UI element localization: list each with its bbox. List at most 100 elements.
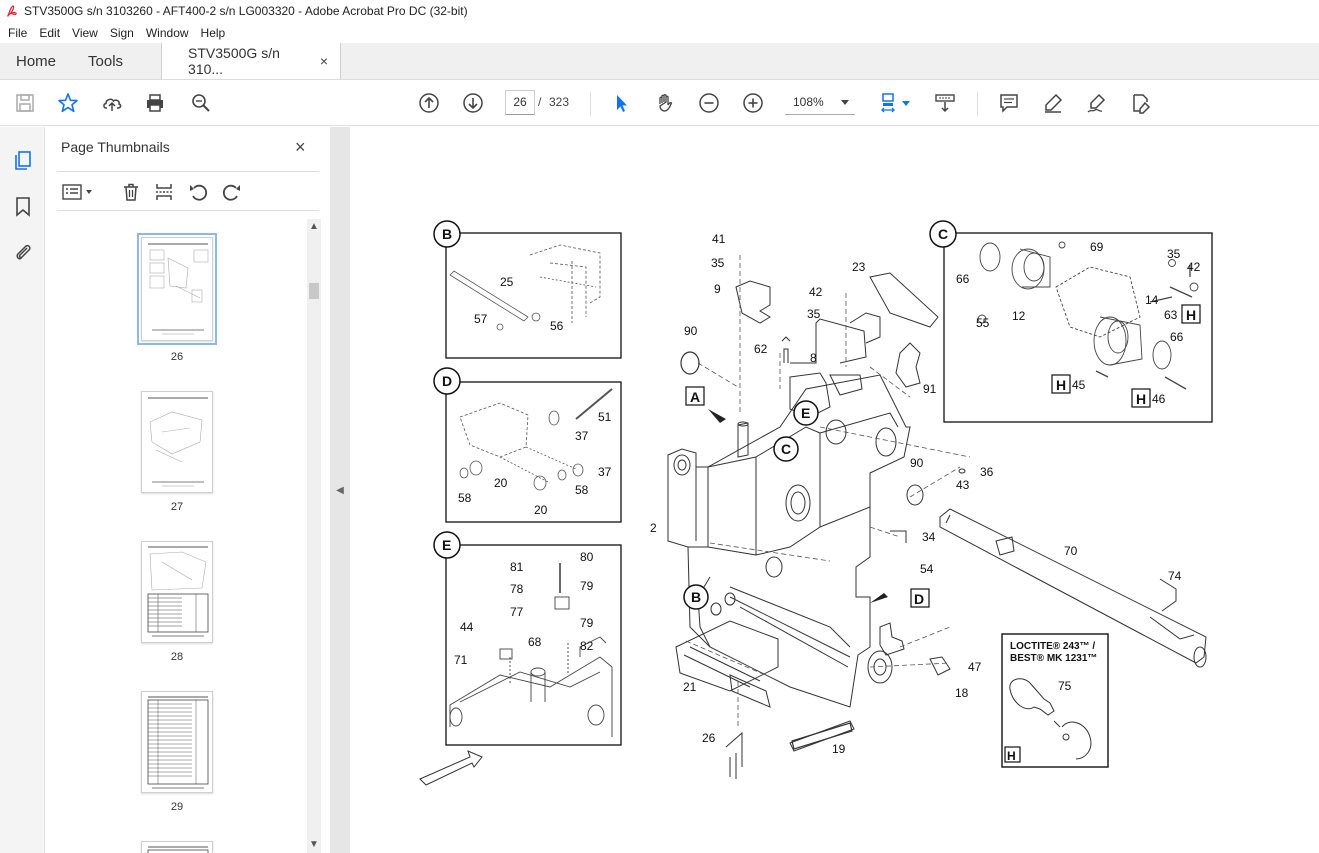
thumbnail-page-28[interactable] (141, 541, 213, 643)
tab-tools[interactable]: Tools (72, 43, 139, 79)
insert-page-button[interactable] (152, 180, 176, 204)
paperclip-icon (16, 244, 31, 260)
thumbnail-page-30[interactable] (141, 841, 213, 853)
rotate-clockwise-button[interactable] (220, 180, 244, 204)
part-label: 69 (1090, 240, 1104, 254)
thumbnail-page-29[interactable] (141, 691, 213, 793)
menu-sign[interactable]: Sign (104, 26, 140, 40)
part-label: 42 (1187, 260, 1201, 274)
thumbnail-scrollbar[interactable]: ▲ ▼ (307, 219, 321, 853)
section-c-marker: C (781, 441, 791, 457)
thumbnail-preview (148, 397, 208, 487)
panel-close-button[interactable]: × (295, 137, 306, 158)
navigation-rail (0, 127, 45, 853)
comment-icon (1000, 94, 1018, 113)
part-label: 42 (809, 285, 823, 299)
find-button[interactable] (188, 90, 214, 116)
tab-document[interactable]: STV3500G s/n 310... × (161, 43, 342, 79)
trash-icon (124, 183, 138, 201)
part-label: 79 (580, 579, 594, 593)
zoom-out-button[interactable] (696, 90, 722, 116)
part-label: 18 (955, 686, 969, 700)
highlight-button[interactable] (1040, 90, 1066, 116)
part-label: 23 (852, 260, 866, 274)
thumbnail-page-27[interactable] (141, 391, 213, 493)
part-label: 47 (968, 660, 982, 674)
rotate-counterclockwise-button[interactable] (186, 180, 210, 204)
part-label: 35 (807, 307, 821, 321)
scroll-mode-icon (935, 94, 955, 113)
select-tool-button[interactable] (608, 90, 634, 116)
zoom-in-button[interactable] (740, 90, 766, 116)
bookmarks-button[interactable] (10, 193, 36, 219)
previous-page-button[interactable] (416, 90, 442, 116)
tab-document-label: STV3500G s/n 310... (188, 45, 280, 77)
fill-sign-button[interactable] (1084, 90, 1110, 116)
thumbnail-label: 28 (170, 651, 184, 663)
menu-edit[interactable]: Edit (33, 26, 66, 40)
hand-tool-button[interactable] (652, 90, 678, 116)
plus-circle-icon (743, 93, 763, 113)
thumbnail-options-button[interactable] (61, 180, 95, 204)
section-d-marker: D (914, 591, 924, 607)
menu-file[interactable]: File (2, 26, 33, 40)
signature-pen-icon (1087, 93, 1106, 113)
zoom-level-select[interactable]: 108% (785, 90, 855, 115)
scrolling-mode-button[interactable] (932, 90, 958, 116)
bookmark-star-button[interactable] (55, 90, 81, 116)
thumbnail-page-26[interactable] (137, 233, 217, 345)
print-button[interactable] (142, 90, 168, 116)
menu-help[interactable]: Help (195, 26, 232, 40)
part-label: 37 (598, 465, 612, 479)
upload-button[interactable] (99, 90, 125, 116)
panel-splitter[interactable]: ◀ (330, 127, 350, 853)
part-label: 35 (1167, 247, 1181, 261)
cursor-arrow-icon (617, 95, 627, 112)
section-a-marker: A (690, 389, 700, 405)
insert-page-icon (156, 184, 172, 200)
page-thumbnails-button[interactable] (10, 147, 36, 173)
save-icon (16, 94, 34, 112)
page-number-input[interactable]: 26 (505, 90, 535, 115)
part-label: 35 (711, 256, 725, 270)
edit-document-icon (1133, 94, 1151, 114)
scrollbar-thumb[interactable] (309, 283, 319, 299)
part-label: 14 (1145, 293, 1159, 307)
page-thumbnails-panel: Page Thumbnails × 26 27 28 29 ▲ ▼ (45, 127, 330, 853)
thumbnail-label: 27 (170, 501, 184, 513)
tab-close-button[interactable]: × (320, 53, 328, 69)
window-title: STV3500G s/n 3103260 - AFT400-2 s/n LG00… (24, 4, 468, 18)
tab-home[interactable]: Home (0, 43, 72, 79)
document-viewer[interactable]: B 25 57 56 D 51 37 37 20 58 58 20 E 81 8… (350, 127, 1319, 853)
save-button[interactable] (12, 90, 38, 116)
inset-d-drawing (459, 388, 613, 491)
next-page-button[interactable] (460, 90, 486, 116)
collapse-panel-icon[interactable]: ◀ (336, 485, 344, 496)
bookmark-icon (16, 197, 30, 217)
menu-window[interactable]: Window (140, 26, 195, 40)
inset-e-callout: E (442, 537, 451, 553)
scroll-up-icon[interactable]: ▲ (309, 221, 319, 232)
part-label: 66 (1170, 330, 1184, 344)
page-layout-button[interactable] (878, 90, 904, 116)
part-label: 8 (810, 351, 817, 365)
part-label: 2 (650, 521, 657, 535)
part-label: 36 (980, 465, 994, 479)
comment-button[interactable] (996, 90, 1022, 116)
loctite-part-number: 75 (1058, 679, 1072, 693)
part-label: 77 (510, 605, 524, 619)
edit-pdf-button[interactable] (1128, 90, 1154, 116)
page-separator: / (538, 95, 542, 109)
delete-pages-button[interactable] (119, 180, 143, 204)
hand-icon (659, 94, 673, 112)
attachments-button[interactable] (10, 239, 36, 265)
scroll-down-icon[interactable]: ▼ (309, 839, 319, 850)
star-icon (58, 93, 78, 113)
part-label: 9 (714, 282, 721, 296)
part-label: 43 (956, 478, 970, 492)
page-layout-dropdown-icon[interactable] (902, 101, 910, 106)
menu-view[interactable]: View (66, 26, 104, 40)
thumbnail-list[interactable]: 26 27 28 29 (57, 219, 307, 853)
minus-circle-icon (699, 93, 719, 113)
loctite-box-tag: H (1007, 749, 1016, 763)
